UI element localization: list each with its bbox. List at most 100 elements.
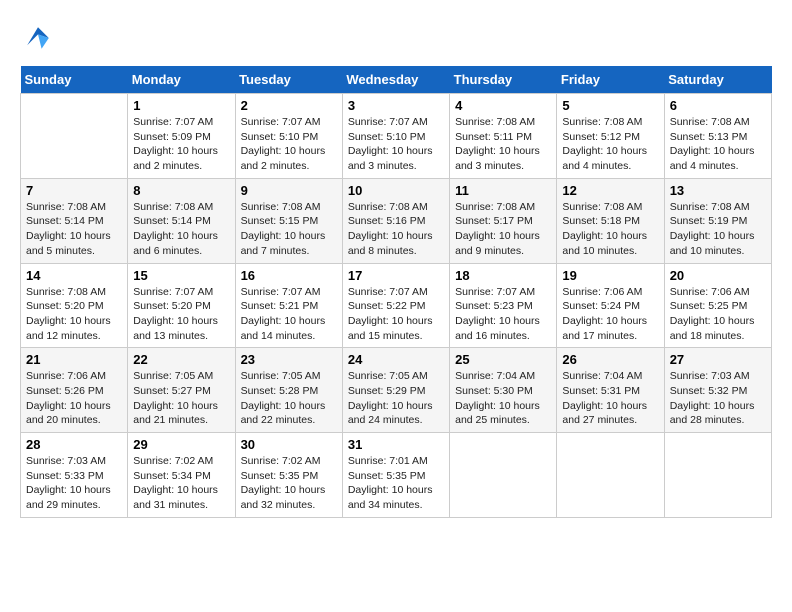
calendar-cell: 1 Sunrise: 7:07 AM Sunset: 5:09 PM Daylig… — [128, 94, 235, 179]
day-info: Sunrise: 7:05 AM Sunset: 5:27 PM Dayligh… — [133, 369, 229, 428]
calendar-cell: 8 Sunrise: 7:08 AM Sunset: 5:14 PM Daylig… — [128, 178, 235, 263]
header-thursday: Thursday — [450, 66, 557, 94]
day-number: 16 — [241, 268, 337, 283]
day-info: Sunrise: 7:03 AM Sunset: 5:32 PM Dayligh… — [670, 369, 766, 428]
calendar-week-row: 21 Sunrise: 7:06 AM Sunset: 5:26 PM Dayli… — [21, 348, 772, 433]
day-info: Sunrise: 7:07 AM Sunset: 5:09 PM Dayligh… — [133, 115, 229, 174]
calendar-cell: 15Sunrise: 7:07 AM Sunset: 5:20 PM Dayli… — [128, 263, 235, 348]
day-number: 1 — [133, 98, 229, 113]
calendar-cell: 9 Sunrise: 7:08 AM Sunset: 5:15 PM Daylig… — [235, 178, 342, 263]
day-info: Sunrise: 7:07 AM Sunset: 5:21 PM Dayligh… — [241, 285, 337, 344]
day-info: Sunrise: 7:08 AM Sunset: 5:12 PM Dayligh… — [562, 115, 658, 174]
calendar-cell — [450, 433, 557, 518]
day-info: Sunrise: 7:02 AM Sunset: 5:35 PM Dayligh… — [241, 454, 337, 513]
calendar-cell: 12 Sunrise: 7:08 AM Sunset: 5:18 PM Dayli… — [557, 178, 664, 263]
day-number: 24 — [348, 352, 444, 367]
day-info: Sunrise: 7:07 AM Sunset: 5:10 PM Dayligh… — [241, 115, 337, 174]
day-number: 9 — [241, 183, 337, 198]
day-number: 30 — [241, 437, 337, 452]
calendar-week-row: 7 Sunrise: 7:08 AM Sunset: 5:14 PM Daylig… — [21, 178, 772, 263]
calendar-week-row: 1 Sunrise: 7:07 AM Sunset: 5:09 PM Daylig… — [21, 94, 772, 179]
day-number: 8 — [133, 183, 229, 198]
calendar-week-row: 14 Sunrise: 7:08 AM Sunset: 5:20 PM Dayli… — [21, 263, 772, 348]
day-info: Sunrise: 7:05 AM Sunset: 5:28 PM Dayligh… — [241, 369, 337, 428]
calendar-cell: 18Sunrise: 7:07 AM Sunset: 5:23 PM Dayli… — [450, 263, 557, 348]
day-number: 25 — [455, 352, 551, 367]
day-number: 12 — [562, 183, 658, 198]
logo — [20, 20, 60, 56]
calendar-cell: 27 Sunrise: 7:03 AM Sunset: 5:32 PM Dayli… — [664, 348, 771, 433]
calendar-cell: 2 Sunrise: 7:07 AM Sunset: 5:10 PM Daylig… — [235, 94, 342, 179]
day-number: 3 — [348, 98, 444, 113]
calendar-cell: 30 Sunrise: 7:02 AM Sunset: 5:35 PM Dayli… — [235, 433, 342, 518]
calendar-cell: 3Sunrise: 7:07 AM Sunset: 5:10 PM Daylig… — [342, 94, 449, 179]
day-number: 7 — [26, 183, 122, 198]
day-number: 20 — [670, 268, 766, 283]
calendar-week-row: 28Sunrise: 7:03 AM Sunset: 5:33 PM Dayli… — [21, 433, 772, 518]
day-info: Sunrise: 7:08 AM Sunset: 5:14 PM Dayligh… — [26, 200, 122, 259]
day-info: Sunrise: 7:04 AM Sunset: 5:31 PM Dayligh… — [562, 369, 658, 428]
calendar-cell: 21 Sunrise: 7:06 AM Sunset: 5:26 PM Dayli… — [21, 348, 128, 433]
day-number: 23 — [241, 352, 337, 367]
day-info: Sunrise: 7:04 AM Sunset: 5:30 PM Dayligh… — [455, 369, 551, 428]
day-info: Sunrise: 7:06 AM Sunset: 5:24 PM Dayligh… — [562, 285, 658, 344]
day-number: 19 — [562, 268, 658, 283]
day-info: Sunrise: 7:08 AM Sunset: 5:18 PM Dayligh… — [562, 200, 658, 259]
day-info: Sunrise: 7:06 AM Sunset: 5:26 PM Dayligh… — [26, 369, 122, 428]
page-header — [20, 20, 772, 56]
calendar-cell: 28Sunrise: 7:03 AM Sunset: 5:33 PM Dayli… — [21, 433, 128, 518]
calendar-cell — [664, 433, 771, 518]
day-number: 29 — [133, 437, 229, 452]
calendar-cell: 17 Sunrise: 7:07 AM Sunset: 5:22 PM Dayli… — [342, 263, 449, 348]
calendar-cell: 19 Sunrise: 7:06 AM Sunset: 5:24 PM Dayli… — [557, 263, 664, 348]
calendar-cell: 14 Sunrise: 7:08 AM Sunset: 5:20 PM Dayli… — [21, 263, 128, 348]
calendar-cell: 20 Sunrise: 7:06 AM Sunset: 5:25 PM Dayli… — [664, 263, 771, 348]
calendar-cell — [557, 433, 664, 518]
calendar-cell: 10 Sunrise: 7:08 AM Sunset: 5:16 PM Dayli… — [342, 178, 449, 263]
day-info: Sunrise: 7:02 AM Sunset: 5:34 PM Dayligh… — [133, 454, 229, 513]
day-info: Sunrise: 7:08 AM Sunset: 5:20 PM Dayligh… — [26, 285, 122, 344]
day-info: Sunrise: 7:08 AM Sunset: 5:13 PM Dayligh… — [670, 115, 766, 174]
calendar-cell: 25 Sunrise: 7:04 AM Sunset: 5:30 PM Dayli… — [450, 348, 557, 433]
header-saturday: Saturday — [664, 66, 771, 94]
day-info: Sunrise: 7:06 AM Sunset: 5:25 PM Dayligh… — [670, 285, 766, 344]
day-number: 31 — [348, 437, 444, 452]
day-number: 5 — [562, 98, 658, 113]
calendar-cell: 5 Sunrise: 7:08 AM Sunset: 5:12 PM Daylig… — [557, 94, 664, 179]
day-info: Sunrise: 7:08 AM Sunset: 5:15 PM Dayligh… — [241, 200, 337, 259]
calendar-cell: 16 Sunrise: 7:07 AM Sunset: 5:21 PM Dayli… — [235, 263, 342, 348]
day-info: Sunrise: 7:07 AM Sunset: 5:22 PM Dayligh… — [348, 285, 444, 344]
day-number: 27 — [670, 352, 766, 367]
calendar-header-row: SundayMondayTuesdayWednesdayThursdayFrid… — [21, 66, 772, 94]
day-number: 14 — [26, 268, 122, 283]
day-number: 22 — [133, 352, 229, 367]
calendar-cell: 13Sunrise: 7:08 AM Sunset: 5:19 PM Dayli… — [664, 178, 771, 263]
day-number: 11 — [455, 183, 551, 198]
day-number: 17 — [348, 268, 444, 283]
calendar-cell: 24 Sunrise: 7:05 AM Sunset: 5:29 PM Dayli… — [342, 348, 449, 433]
calendar-cell: 22 Sunrise: 7:05 AM Sunset: 5:27 PM Dayli… — [128, 348, 235, 433]
calendar-cell: 23 Sunrise: 7:05 AM Sunset: 5:28 PM Dayli… — [235, 348, 342, 433]
header-wednesday: Wednesday — [342, 66, 449, 94]
header-sunday: Sunday — [21, 66, 128, 94]
calendar-table: SundayMondayTuesdayWednesdayThursdayFrid… — [20, 66, 772, 518]
calendar-cell: 26Sunrise: 7:04 AM Sunset: 5:31 PM Dayli… — [557, 348, 664, 433]
day-info: Sunrise: 7:08 AM Sunset: 5:11 PM Dayligh… — [455, 115, 551, 174]
day-number: 6 — [670, 98, 766, 113]
day-number: 4 — [455, 98, 551, 113]
day-info: Sunrise: 7:08 AM Sunset: 5:14 PM Dayligh… — [133, 200, 229, 259]
calendar-cell: 11Sunrise: 7:08 AM Sunset: 5:17 PM Dayli… — [450, 178, 557, 263]
day-info: Sunrise: 7:01 AM Sunset: 5:35 PM Dayligh… — [348, 454, 444, 513]
day-info: Sunrise: 7:08 AM Sunset: 5:19 PM Dayligh… — [670, 200, 766, 259]
day-info: Sunrise: 7:05 AM Sunset: 5:29 PM Dayligh… — [348, 369, 444, 428]
calendar-cell: 6 Sunrise: 7:08 AM Sunset: 5:13 PM Daylig… — [664, 94, 771, 179]
day-number: 10 — [348, 183, 444, 198]
day-number: 15 — [133, 268, 229, 283]
calendar-cell — [21, 94, 128, 179]
day-number: 2 — [241, 98, 337, 113]
header-friday: Friday — [557, 66, 664, 94]
day-number: 21 — [26, 352, 122, 367]
day-info: Sunrise: 7:08 AM Sunset: 5:16 PM Dayligh… — [348, 200, 444, 259]
header-monday: Monday — [128, 66, 235, 94]
day-number: 18 — [455, 268, 551, 283]
